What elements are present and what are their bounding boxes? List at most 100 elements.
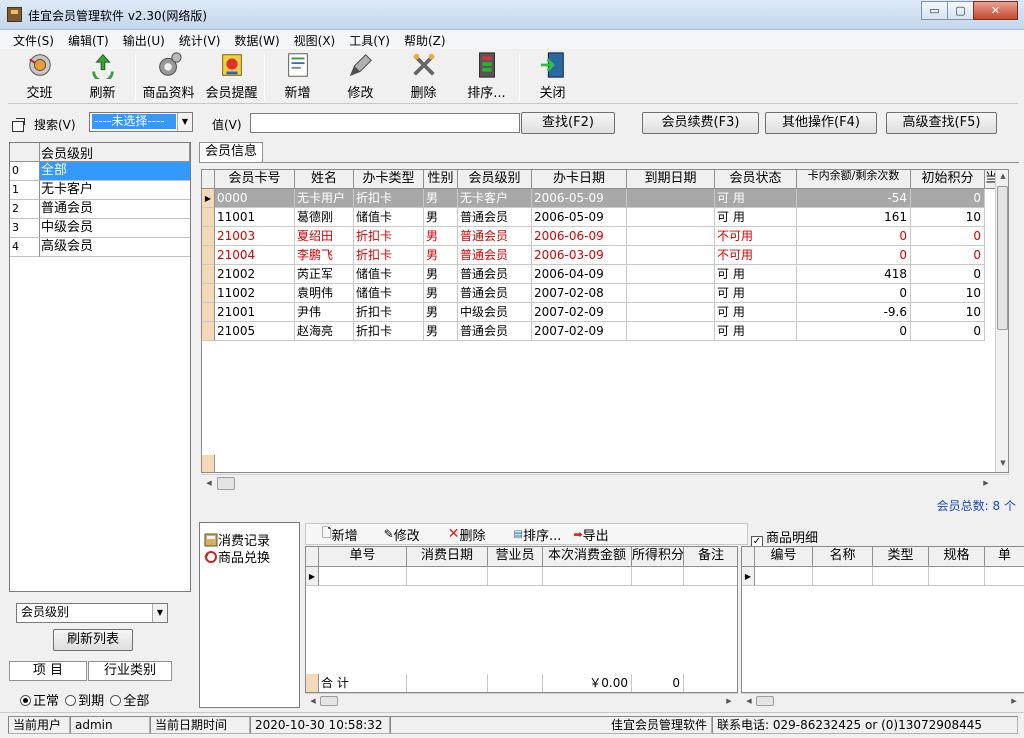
column-header[interactable]: 卡内余额/剩余次数 (797, 170, 911, 189)
find-button[interactable]: 查找(F2) (521, 112, 615, 134)
column-header[interactable]: 会员卡号 (215, 170, 295, 189)
column-header[interactable]: 消费日期 (407, 547, 488, 567)
column-header[interactable]: 办卡日期 (532, 170, 627, 189)
lower-edit-button[interactable]: ✎ 修改 (384, 525, 420, 544)
scroll-down-icon[interactable]: ▼ (998, 459, 1008, 467)
hscroll-thumb[interactable] (217, 477, 235, 490)
column-header[interactable]: 初始积分 (911, 170, 985, 189)
column-header[interactable]: 规格 (929, 547, 985, 567)
menu-edit[interactable]: 编辑(T) (61, 30, 116, 49)
list-item[interactable]: 0 全部 (10, 162, 190, 181)
hscroll-thumb[interactable] (320, 696, 338, 706)
column-header[interactable]: 名称 (813, 547, 873, 567)
radio-expired-dot[interactable] (65, 695, 77, 706)
column-header[interactable]: 会员级别 (458, 170, 532, 189)
menu-stats[interactable]: 统计(V) (172, 30, 228, 49)
scroll-right-icon[interactable]: ▶ (724, 697, 734, 705)
search-field-combo[interactable]: ----未选择---- ▼ (89, 112, 193, 132)
restore-icon[interactable] (12, 118, 25, 132)
table-cell[interactable] (319, 567, 407, 586)
table-cell[interactable] (813, 567, 873, 586)
list-item[interactable]: 3 中级会员 (10, 219, 190, 238)
column-header[interactable]: 编号 (755, 547, 813, 567)
edit-button[interactable]: 修改 (329, 51, 392, 103)
goods-data-button[interactable]: 商品资料 (137, 51, 200, 103)
menu-data[interactable]: 数据(W) (227, 30, 286, 49)
lower-sort-button[interactable]: ▤ 排序... (514, 525, 562, 544)
advanced-find-button[interactable]: 高级查找(F5) (886, 112, 997, 134)
column-header[interactable]: 会员状态 (715, 170, 797, 189)
consume-record-button[interactable]: 消费记录 (204, 531, 270, 549)
list-item[interactable]: 4 高级会员 (10, 238, 190, 257)
vscroll-thumb[interactable] (997, 186, 1008, 330)
goods-exchange-button[interactable]: 商品兑换 (204, 548, 270, 566)
row-indicator[interactable]: ▶ (202, 189, 215, 208)
filter-combo[interactable]: 会员级别 ▼ (16, 603, 168, 623)
row-indicator[interactable] (202, 322, 215, 341)
column-header[interactable]: 所得积分 (632, 547, 684, 567)
column-header[interactable]: 本次消费金额 (543, 547, 632, 567)
scroll-left-icon[interactable]: ◀ (204, 479, 214, 487)
hscroll-thumb[interactable] (756, 696, 774, 706)
menu-tools[interactable]: 工具(Y) (342, 30, 397, 49)
table-cell[interactable] (873, 567, 929, 586)
column-header[interactable]: 姓名 (295, 170, 354, 189)
radio-all[interactable]: 全部 (110, 694, 149, 709)
table-cell[interactable] (684, 567, 737, 586)
column-header[interactable]: 到期日期 (627, 170, 715, 189)
goods-detail-toggle[interactable]: ✓ 商品明细 (751, 527, 818, 548)
member-table-vscroll[interactable]: ▲ ▼ (995, 170, 1008, 472)
menu-file[interactable]: 文件(S) (6, 30, 61, 49)
member-table-hscroll[interactable]: ◀ ▶ (201, 474, 1009, 492)
scroll-left-icon[interactable]: ◀ (744, 697, 754, 705)
shift-handover-button[interactable]: 交班 (8, 51, 71, 103)
table-cell[interactable] (488, 567, 543, 586)
row-indicator[interactable] (202, 227, 215, 246)
table-cell[interactable] (543, 567, 632, 586)
close-window-button[interactable]: ✕ (973, 1, 1018, 20)
column-header[interactable]: 单号 (319, 547, 407, 567)
row-indicator[interactable] (202, 303, 215, 322)
col-industry-header[interactable]: 行业类别 (88, 661, 172, 681)
consume-hscroll[interactable]: ◀ ▶ (305, 693, 738, 708)
radio-normal[interactable]: 正常 (20, 694, 59, 709)
column-header[interactable]: 单 (985, 547, 1024, 567)
radio-all-dot[interactable] (110, 695, 122, 706)
radio-normal-dot[interactable] (20, 695, 31, 706)
scroll-left-icon[interactable]: ◀ (308, 697, 318, 705)
column-header[interactable]: 备注 (684, 547, 737, 567)
tab-member-info[interactable]: 会员信息 (199, 142, 264, 162)
renew-button[interactable]: 会员续费(F3) (642, 112, 759, 134)
scroll-right-icon[interactable]: ▶ (981, 479, 991, 487)
sort-button[interactable]: 排序... (455, 51, 518, 103)
row-indicator[interactable] (202, 208, 215, 227)
lower-add-button[interactable]: 🗋 新增 (322, 524, 358, 545)
column-header[interactable]: 性别 (424, 170, 458, 189)
minimize-button[interactable]: ▭ (921, 1, 948, 20)
column-header[interactable]: 类型 (873, 547, 929, 567)
menu-help[interactable]: 帮助(Z) (397, 30, 453, 49)
delete-button[interactable]: 删除 (392, 51, 455, 103)
export-button[interactable]: ➡ 导出 (573, 525, 608, 544)
table-cell[interactable] (407, 567, 488, 586)
table-cell[interactable] (985, 567, 1024, 586)
goods-hscroll[interactable]: ◀ ▶ (741, 693, 1024, 708)
other-operations-button[interactable]: 其他操作(F4) (765, 112, 877, 134)
col-item-header[interactable]: 项 目 (9, 661, 87, 681)
refresh-button[interactable]: 刷新 (71, 51, 134, 103)
list-item[interactable]: 1 无卡客户 (10, 181, 190, 200)
chevron-down-icon[interactable]: ▼ (152, 604, 167, 622)
close-button[interactable]: 关闭 (521, 51, 584, 103)
menu-view[interactable]: 视图(X) (287, 30, 343, 49)
row-indicator[interactable] (202, 265, 215, 284)
column-header[interactable]: 办卡类型 (354, 170, 424, 189)
maximize-button[interactable]: ▢ (947, 1, 974, 20)
add-button[interactable]: 新增 (266, 51, 329, 103)
scroll-right-icon[interactable]: ▶ (1009, 697, 1019, 705)
menu-output[interactable]: 输出(U) (116, 30, 172, 49)
column-header[interactable]: 营业员 (488, 547, 543, 567)
chevron-down-icon[interactable]: ▼ (177, 113, 192, 131)
row-indicator[interactable] (202, 284, 215, 303)
table-cell[interactable] (632, 567, 684, 586)
radio-expired[interactable]: 到期 (65, 694, 104, 709)
